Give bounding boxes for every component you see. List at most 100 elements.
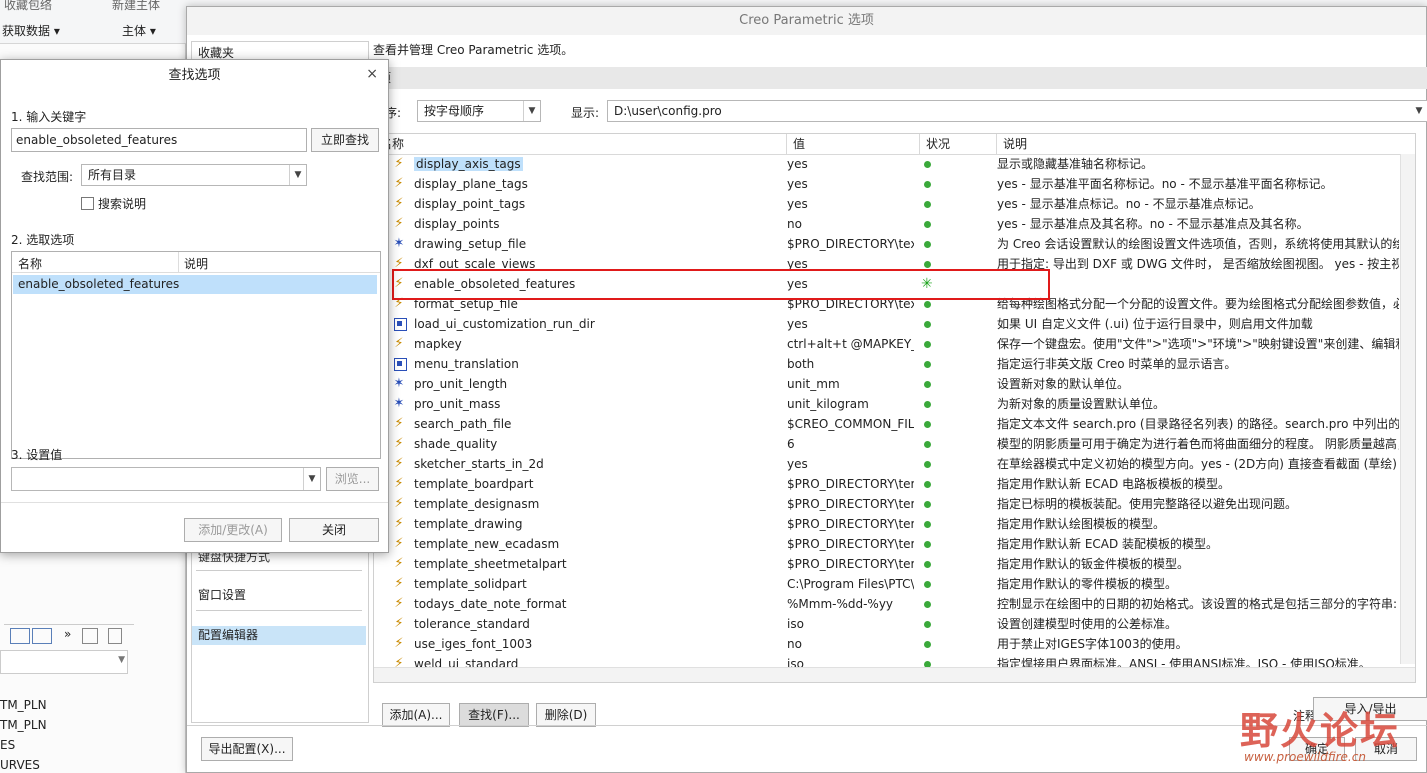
table-row[interactable]: display_points no yes - 显示基准点及其名称。no - 不显示… xyxy=(374,214,1399,234)
table-row[interactable]: template_solidpart C:\Program Files\PTC\ 指… xyxy=(374,574,1399,594)
status-dot-icon xyxy=(924,241,931,248)
show-file-select[interactable]: D:\user\config.pro ▼ xyxy=(607,100,1427,122)
watermark-text: 野火论坛 xyxy=(1240,709,1401,753)
table-row[interactable]: tolerance_standard iso 设置创建模型时使用的公差标准。 xyxy=(374,614,1399,634)
status-dot-icon xyxy=(924,161,931,168)
table-row[interactable]: display_point_tags yes yes - 显示基准点标记。no - … xyxy=(374,194,1399,214)
dialog-title: Creo Parametric 选项 xyxy=(187,7,1426,35)
add-button[interactable]: 添加(A)... xyxy=(382,703,450,727)
option-status xyxy=(920,334,997,354)
column-header-value[interactable]: 值 xyxy=(787,134,920,154)
browse-button[interactable]: 浏览... xyxy=(326,467,379,491)
column-header-description[interactable]: 说明 xyxy=(997,134,1415,154)
ribbon-body[interactable]: 主体 ▾ xyxy=(122,22,156,39)
search-description-checkbox[interactable] xyxy=(81,197,94,210)
option-value[interactable]: $PRO_DIRECTORY\tem xyxy=(787,554,914,574)
option-value[interactable]: 6 xyxy=(787,434,914,454)
option-value[interactable]: unit_kilogram xyxy=(787,394,914,414)
status-dot-icon xyxy=(924,181,931,188)
horizontal-scrollbar[interactable] xyxy=(374,667,1415,682)
tree-doc-icon[interactable] xyxy=(108,628,122,644)
option-value[interactable]: both xyxy=(787,354,914,374)
option-value[interactable]: yes xyxy=(787,194,914,214)
column-header-name[interactable]: 名称 xyxy=(374,134,787,154)
option-description: 控制显示在绘图中的日期的初始格式。该设置的格式是包括三部分的字符串: xyxy=(997,597,1398,611)
close-button[interactable]: 关闭 xyxy=(289,518,379,542)
keyword-input[interactable]: enable_obsoleted_features xyxy=(11,128,307,152)
option-value[interactable]: iso xyxy=(787,614,914,634)
option-value[interactable]: $PRO_DIRECTORY\text xyxy=(787,234,914,254)
more-icon[interactable]: » xyxy=(64,627,71,641)
tree-filter-icon[interactable] xyxy=(10,628,30,644)
table-row[interactable]: template_designasm $PRO_DIRECTORY\tem 指定已标… xyxy=(374,494,1399,514)
table-row[interactable]: todays_date_note_format %Mmm-%dd-%yy 控制显示在… xyxy=(374,594,1399,614)
tree-item[interactable]: TM_PLN xyxy=(0,698,47,712)
table-row[interactable]: search_path_file $CREO_COMMON_FILES 指定文本文件… xyxy=(374,414,1399,434)
table-row[interactable]: template_drawing $PRO_DIRECTORY\tem 指定用作默认… xyxy=(374,514,1399,534)
add-change-button[interactable]: 添加/更改(A) xyxy=(184,518,282,542)
results-column-description[interactable]: 说明 xyxy=(184,255,208,272)
option-value[interactable]: $PRO_DIRECTORY\tem xyxy=(787,494,914,514)
option-value[interactable]: C:\Program Files\PTC\ xyxy=(787,574,914,594)
option-value[interactable]: yes xyxy=(787,174,914,194)
option-value[interactable]: $PRO_DIRECTORY\tem xyxy=(787,514,914,534)
table-row[interactable]: display_plane_tags yes yes - 显示基准平面名称标记。no… xyxy=(374,174,1399,194)
value-select[interactable]: ▼ xyxy=(11,467,321,491)
option-name: drawing_setup_file xyxy=(414,234,784,254)
table-row[interactable]: template_new_ecadasm $PRO_DIRECTORY\tem 指定… xyxy=(374,534,1399,554)
option-value[interactable]: yes xyxy=(787,154,914,174)
table-row[interactable]: use_iges_font_1003 no 用于禁止对IGES字体1003的使用。 xyxy=(374,634,1399,654)
tree-settings-icon[interactable] xyxy=(32,628,52,644)
watermark-url: www.proewildfire.cn xyxy=(1244,750,1366,764)
ribbon-top-item[interactable]: 收藏包络 xyxy=(4,0,52,13)
ribbon-get-data[interactable]: 获取数据 ▾ xyxy=(2,22,60,39)
option-name-text: display_axis_tags xyxy=(414,157,523,171)
scope-select[interactable]: 所有目录 ▼ xyxy=(81,164,307,186)
tree-item[interactable]: ES xyxy=(0,738,15,752)
option-name: menu_translation xyxy=(414,354,784,374)
option-value[interactable]: $PRO_DIRECTORY\tem xyxy=(787,474,914,494)
nav-item-window-settings[interactable]: 窗口设置 xyxy=(192,586,366,605)
result-item[interactable]: enable_obsoleted_features xyxy=(13,275,377,294)
find-button[interactable]: 查找(F)... xyxy=(459,703,529,727)
table-row[interactable]: sketcher_starts_in_2d yes 在草绘器模式中定义初始的模型方向… xyxy=(374,454,1399,474)
option-value[interactable]: ctrl+alt+t @MAPKEY_L xyxy=(787,334,914,354)
table-row[interactable]: load_ui_customization_run_dir yes 如果 UI 自定… xyxy=(374,314,1399,334)
table-row[interactable]: mapkey ctrl+alt+t @MAPKEY_L 保存一个键盘宏。使用"文件"… xyxy=(374,334,1399,354)
column-header-status[interactable]: 状况 xyxy=(920,134,997,154)
table-row[interactable]: pro_unit_length unit_mm 设置新对象的默认单位。 xyxy=(374,374,1399,394)
tree-columns-icon[interactable] xyxy=(82,628,98,644)
option-status xyxy=(920,214,997,234)
chevron-down-icon: ▼ xyxy=(289,165,306,185)
table-row[interactable]: drawing_setup_file $PRO_DIRECTORY\text 为 C… xyxy=(374,234,1399,254)
option-value[interactable]: %Mmm-%dd-%yy xyxy=(787,594,914,614)
step1-label: 1. 输入关键字 xyxy=(11,110,87,124)
delete-button[interactable]: 删除(D) xyxy=(536,703,596,727)
tree-item[interactable]: TM_PLN xyxy=(0,718,47,732)
status-dot-icon xyxy=(924,361,931,368)
vertical-scrollbar[interactable] xyxy=(1400,154,1415,664)
option-value[interactable]: yes xyxy=(787,454,914,474)
tree-filter-combo[interactable]: ▼ xyxy=(0,650,128,674)
option-status xyxy=(920,534,997,554)
option-value[interactable]: no xyxy=(787,634,914,654)
table-row[interactable]: display_axis_tags yes 显示或隐藏基准轴名称标记。 xyxy=(374,154,1399,174)
option-value[interactable]: no xyxy=(787,214,914,234)
sort-select[interactable]: 按字母顺序 ▼ xyxy=(417,100,541,122)
table-row[interactable]: template_boardpart $PRO_DIRECTORY\tem 指定用作… xyxy=(374,474,1399,494)
option-value[interactable]: $CREO_COMMON_FILES xyxy=(787,414,914,434)
option-value[interactable]: yes xyxy=(787,314,914,334)
results-column-name[interactable]: 名称 xyxy=(18,255,42,272)
option-value[interactable]: unit_mm xyxy=(787,374,914,394)
nav-item-config-editor[interactable]: 配置编辑器 xyxy=(192,626,366,645)
table-row[interactable]: menu_translation both 指定运行非英文版 Creo 时菜单的显示… xyxy=(374,354,1399,374)
close-icon[interactable]: × xyxy=(366,66,378,82)
table-row[interactable]: pro_unit_mass unit_kilogram 为新对象的质量设置默认单位。 xyxy=(374,394,1399,414)
find-now-button[interactable]: 立即查找 xyxy=(311,128,379,152)
table-row[interactable]: template_sheetmetalpart $PRO_DIRECTORY\te… xyxy=(374,554,1399,574)
option-value[interactable]: $PRO_DIRECTORY\tem xyxy=(787,534,914,554)
export-config-button[interactable]: 导出配置(X)... xyxy=(201,737,293,761)
ribbon-top-item[interactable]: 新建主体 xyxy=(112,0,160,13)
tree-item[interactable]: URVES xyxy=(0,758,40,772)
table-row[interactable]: shade_quality 6 模型的阴影质量可用于确定为进行着色而将曲面细分的程度… xyxy=(374,434,1399,454)
